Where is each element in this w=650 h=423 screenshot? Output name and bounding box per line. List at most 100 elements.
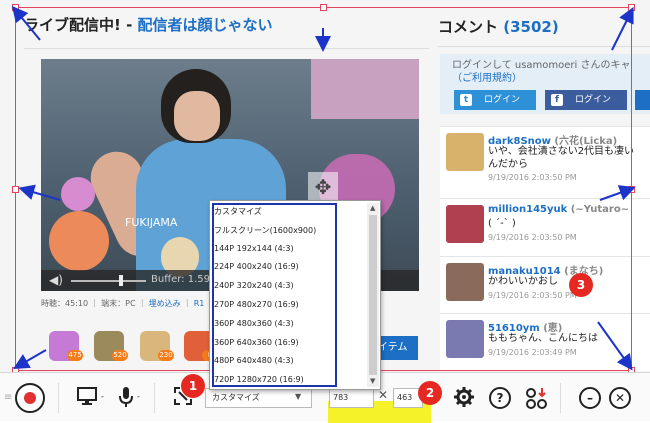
volume-slider[interactable]: [71, 280, 146, 282]
dropdown-scrollbar-thumb[interactable]: [369, 215, 377, 375]
comment-text: ( ´-` ): [488, 217, 516, 230]
facebook-login-button[interactable]: f ログイン: [545, 90, 627, 110]
comment-username[interactable]: million145yuk (~Yutaro~: [488, 204, 629, 215]
resize-handle-top-right[interactable]: [628, 4, 635, 11]
comment-display-name: (~Yutaro~: [570, 204, 630, 215]
twitter-login-label: ログイン: [484, 95, 521, 105]
video-orange-character: [49, 211, 109, 271]
comment-item: million145yuk (~Yutaro~ ( ´-` ) 9/19/2016 …: [440, 198, 650, 256]
gift-count-badge: 475: [67, 350, 83, 361]
comment-timestamp: 9/19/2016 2:03:50 PM: [488, 291, 577, 300]
avatar[interactable]: [446, 320, 484, 358]
dimension-separator: ✕: [378, 388, 389, 402]
comment-divider: [438, 46, 650, 47]
minimize-icon[interactable]: –: [579, 387, 601, 409]
resolution-preset-value: カスタマイズ: [212, 393, 260, 402]
comment-text-line: ( ´-` ): [488, 218, 516, 229]
resolution-option[interactable]: 720P 1280x720 (16:9): [214, 375, 304, 384]
stats-text: 時聴：45:10 ｜ 端末：PC ｜: [41, 299, 149, 308]
comment-text: ももちゃん、こんにちは: [488, 332, 598, 345]
resize-handle-top-left[interactable]: [12, 4, 19, 11]
login-prompt: ログインして usamomoeri さんのキャ （ご利用規約）: [452, 59, 631, 85]
comment-user-id[interactable]: million145yuk: [488, 204, 567, 215]
scroll-up-icon[interactable]: ▲: [370, 204, 375, 212]
annotation-badge-1: 1: [181, 374, 205, 398]
toolbar-separator: [560, 383, 561, 413]
avatar[interactable]: [446, 263, 484, 301]
comment-item: dark8Snow (六花(Licka) いや、会社潰さない2代目も凄い んだから 9…: [440, 126, 650, 198]
volume-slider-knob[interactable]: [119, 275, 123, 286]
close-icon[interactable]: ✕: [609, 387, 631, 409]
item-button-label: イテム: [378, 342, 408, 353]
comment-text-line: ももちゃん、こんにちは: [488, 333, 598, 344]
facebook-login-label: ログイン: [575, 95, 612, 105]
resize-handle-top[interactable]: [320, 4, 327, 11]
resize-handle-right[interactable]: [628, 186, 635, 193]
annotation-badge-3: 3: [569, 273, 593, 297]
stream-title-prefix: ライブ配信中! -: [24, 16, 138, 34]
volume-icon[interactable]: ◀): [49, 273, 63, 287]
comment-title-text: コメント: [438, 18, 499, 36]
resolution-option[interactable]: 224P 400x240 (16:9): [214, 262, 299, 271]
width-value: 783: [333, 393, 349, 402]
microphone-icon[interactable]: [118, 386, 134, 414]
comment-count: (3502): [503, 18, 559, 36]
toolbar-separator: [154, 383, 155, 413]
resolution-option[interactable]: 480P 640x480 (4:3): [214, 356, 294, 365]
stream-title: ライブ配信中! - 配信者は顔じゃない: [24, 14, 273, 35]
comment-item: 51610ym (恵) ももちゃん、こんにちは 9/19/2016 2:03:49 …: [440, 313, 650, 371]
video-person-face: [174, 91, 220, 141]
toolbar-grip[interactable]: ≡: [4, 392, 12, 403]
comment-panel-title: コメント (3502): [438, 16, 559, 37]
comment-timestamp: 9/19/2016 2:03:50 PM: [488, 173, 577, 182]
comment-item: manaku1014 (まなち) かわいいかおし 9/19/2016 2:03:50…: [440, 256, 650, 313]
title-divider: [24, 48, 429, 49]
comment-text-line: いや、会社潰さない2代目も凄い: [488, 146, 635, 157]
resolution-option[interactable]: 360P 640x360 (16:9): [214, 338, 299, 347]
resolution-dropdown-list: カスタマイズフルスクリーン(1600x900) 144P 192x144 (4:3…: [209, 200, 381, 390]
terms-link[interactable]: （ご利用規約）: [452, 72, 631, 85]
resolution-option[interactable]: 270P 480x270 (16:9): [214, 300, 299, 309]
twitter-login-button[interactable]: t ログイン: [454, 90, 536, 110]
gift-count-badge: 520: [112, 350, 128, 361]
scroll-down-icon[interactable]: ▼: [370, 377, 375, 385]
gear-icon[interactable]: [453, 386, 475, 414]
avatar[interactable]: [446, 205, 484, 243]
screen-dropdown-icon[interactable]: -: [101, 392, 104, 401]
login-prompt-line: ログインして usamomoeri さんのキャ: [452, 60, 631, 71]
comment-text: いや、会社潰さない2代目も凄い んだから: [488, 145, 634, 171]
facebook-icon: f: [551, 94, 563, 106]
comment-timestamp: 9/19/2016 2:03:49 PM: [488, 348, 577, 357]
stats-link-2[interactable]: R1: [194, 299, 205, 308]
help-icon[interactable]: ?: [489, 387, 511, 409]
stream-title-name[interactable]: 配信者は顔じゃない: [138, 16, 273, 34]
height-value: 463: [397, 393, 413, 402]
resolution-option[interactable]: 360P 480x360 (4:3): [214, 319, 294, 328]
video-pink-bear-sticker: [61, 177, 95, 211]
toolbar-separator: [58, 383, 59, 413]
other-login-button[interactable]: [635, 90, 650, 110]
stream-stats: 時聴：45:10 ｜ 端末：PC ｜ 埋め込み ｜ R1: [41, 299, 205, 308]
move-icon[interactable]: ✥: [308, 172, 338, 202]
video-window-area: [311, 59, 419, 119]
comment-text: かわいいかおし: [488, 275, 558, 288]
apps-icon[interactable]: [525, 386, 549, 416]
microphone-dropdown-icon[interactable]: -: [137, 392, 140, 401]
resolution-option[interactable]: カスタマイズ: [214, 206, 262, 217]
screen-icon[interactable]: [76, 386, 98, 412]
embed-link[interactable]: 埋め込み: [149, 299, 181, 308]
resolution-option[interactable]: 240P 320x240 (4:3): [214, 281, 294, 290]
buffer-text: Buffer: 1.59: [151, 274, 210, 285]
width-input[interactable]: 783: [329, 388, 374, 408]
comment-text-line: かわいいかおし: [488, 276, 558, 287]
resolution-option[interactable]: フルスクリーン(1600x900): [214, 225, 316, 236]
twitter-icon: t: [460, 94, 472, 106]
comment-text-line: んだから: [488, 159, 528, 170]
record-icon: [24, 392, 36, 404]
avatar[interactable]: [446, 133, 484, 171]
resize-handle-left[interactable]: [12, 186, 19, 193]
annotation-badge-2: 2: [418, 381, 442, 405]
resolution-option[interactable]: 144P 192x144 (4:3): [214, 244, 294, 253]
chevron-down-icon[interactable]: ▼: [295, 392, 301, 401]
video-overlay-label: FUKIJAMA: [125, 216, 178, 229]
